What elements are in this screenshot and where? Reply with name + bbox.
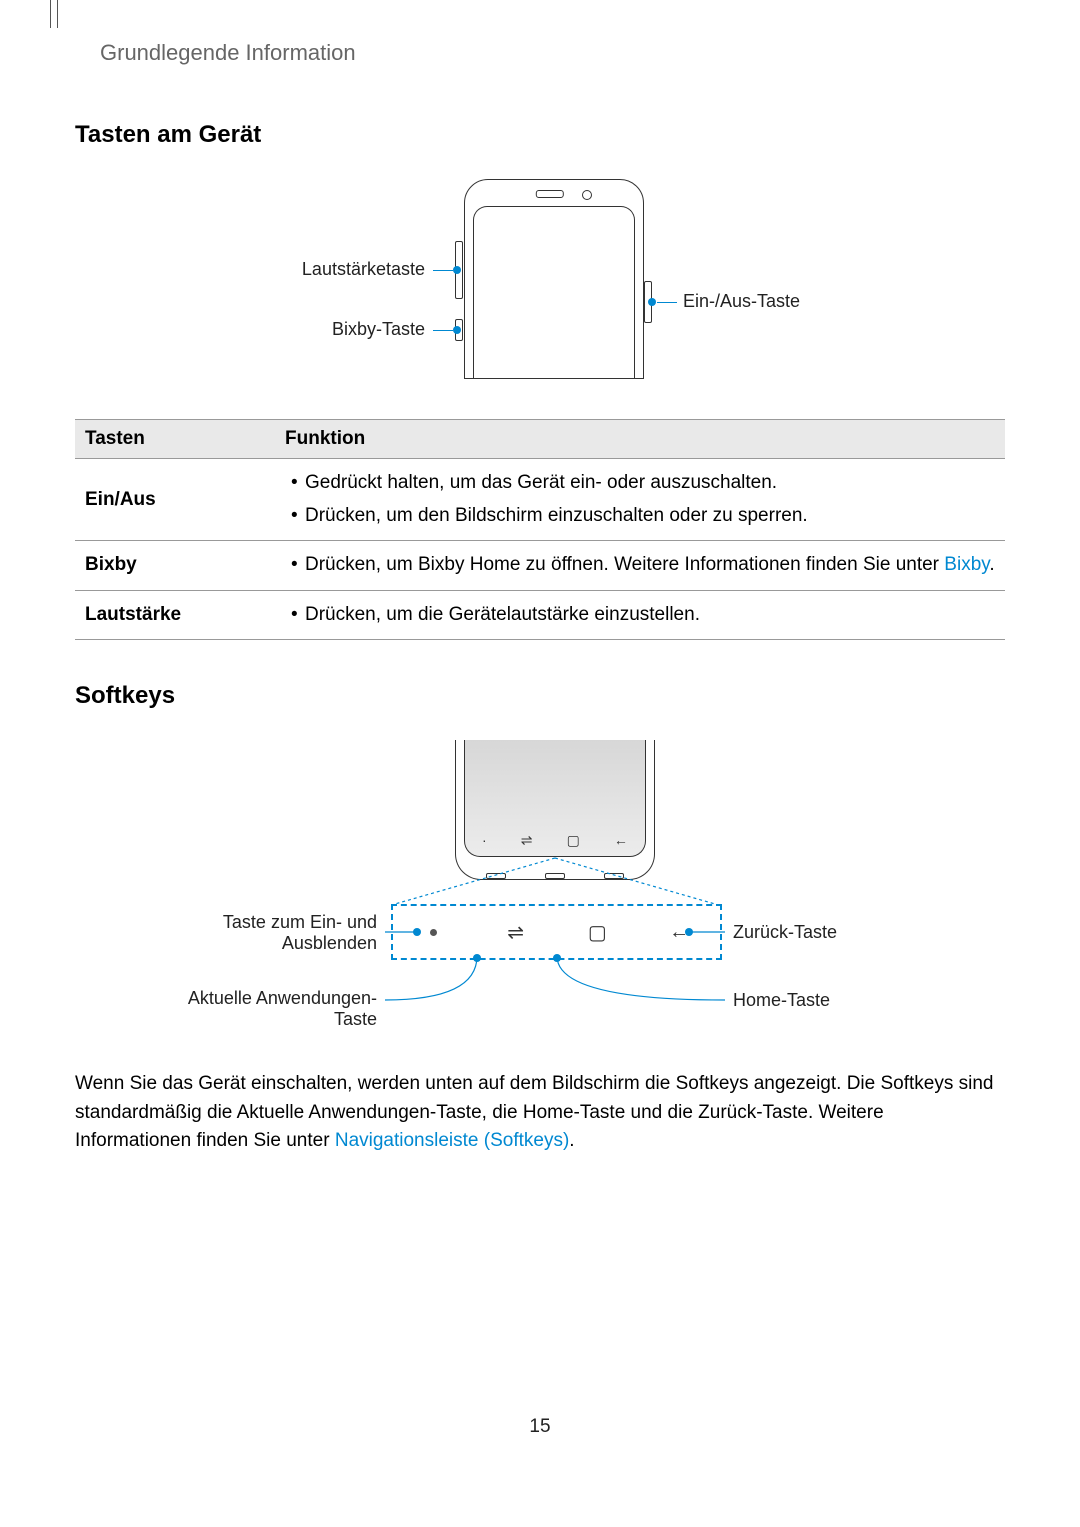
speaker-slot-icon (536, 190, 564, 198)
nav-bar-link[interactable]: Navigationsleiste (Softkeys) (335, 1130, 569, 1151)
callout-dot (413, 928, 421, 936)
callout-line (657, 302, 677, 303)
callout-dot (473, 954, 481, 962)
device-bottom-diagram: · ⇌ ▢ ← ⇌ (75, 740, 1005, 1050)
home-icon: ▢ (557, 920, 639, 945)
body-text-post: . (569, 1130, 574, 1151)
phone-outline-top (464, 179, 644, 379)
callout-dot (648, 298, 656, 306)
softkeys-description: Wenn Sie das Gerät einschalten, werden u… (75, 1070, 1005, 1156)
back-key-label: Zurück-Taste (733, 922, 837, 943)
table-row: Ein/Aus Gedrückt halten, um das Gerät ein… (75, 459, 1005, 541)
device-top-diagram: Lautstärketaste Bixby-Taste Ein-/Aus-Tas… (75, 179, 1005, 399)
section-title-softkeys: Softkeys (75, 682, 1005, 710)
power-key-label: Ein-/Aus-Taste (683, 291, 800, 312)
callout-dot (453, 326, 461, 334)
key-function-cell: Gedrückt halten, um das Gerät ein- oder … (275, 459, 1005, 541)
keys-function-table: Tasten Funktion Ein/Aus Gedrückt halten, … (75, 419, 1005, 640)
front-camera-icon (582, 190, 592, 200)
key-name-cell: Lautstärke (75, 590, 275, 640)
key-name-cell: Bixby (75, 541, 275, 591)
bixby-link[interactable]: Bixby (944, 554, 989, 575)
back-icon: ← (638, 921, 720, 944)
callout-line (433, 330, 453, 331)
function-item: Drücken, um Bixby Home zu öffnen. Weiter… (305, 549, 995, 582)
callout-dot (553, 954, 561, 962)
function-item: Drücken, um den Bildschirm einzuschalten… (305, 500, 995, 533)
table-row: Lautstärke Drücken, um die Gerätelautstär… (75, 590, 1005, 640)
screen-outline (473, 206, 635, 378)
callout-line (433, 270, 453, 271)
recents-icon: ⇌ (475, 920, 557, 945)
function-item: Gedrückt halten, um das Gerät ein- oder … (305, 467, 995, 500)
function-item: Drücken, um die Gerätelautstärke einzust… (305, 599, 995, 632)
recents-key-label: Aktuelle Anwendungen-Taste (185, 988, 377, 1030)
bixby-key-label: Bixby-Taste (323, 319, 425, 340)
key-function-cell: Drücken, um Bixby Home zu öffnen. Weiter… (275, 541, 1005, 591)
page-number: 15 (75, 1416, 1005, 1438)
softkeys-zoom-box: ⇌ ▢ ← (391, 904, 722, 960)
callout-dot (453, 266, 461, 274)
breadcrumb: Grundlegende Information (100, 40, 1005, 66)
hide-toggle-icon (393, 921, 475, 944)
key-name-cell: Ein/Aus (75, 459, 275, 541)
hide-key-label: Taste zum Ein- und Ausblenden (185, 912, 377, 954)
section-title-hardware-keys: Tasten am Gerät (75, 121, 1005, 149)
key-function-cell: Drücken, um die Gerätelautstärke einzust… (275, 590, 1005, 640)
page-tab-mark (50, 0, 58, 28)
col-header-function: Funktion (275, 420, 1005, 459)
callout-dot (685, 928, 693, 936)
table-row: BixbyDrücken, um Bixby Home zu öffnen. W… (75, 541, 1005, 591)
col-header-keys: Tasten (75, 420, 275, 459)
home-key-label: Home-Taste (733, 990, 830, 1011)
volume-key-label: Lautstärketaste (293, 259, 425, 280)
